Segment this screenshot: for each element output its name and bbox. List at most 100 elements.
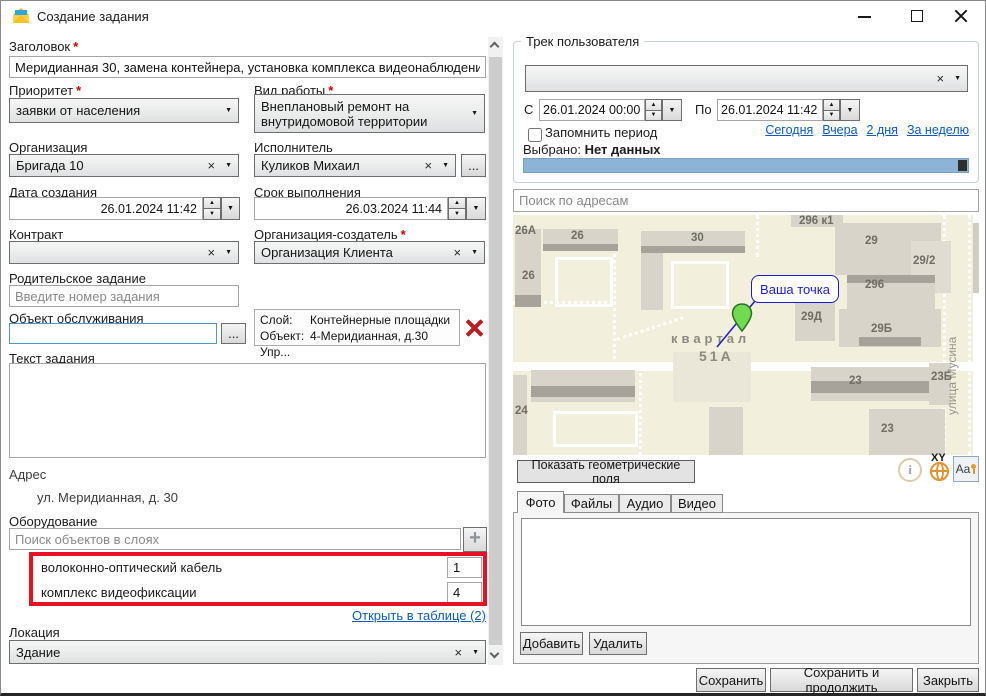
- equipment-item-name: волоконно-оптический кабель: [41, 560, 222, 575]
- maximize-button[interactable]: [897, 1, 937, 31]
- map-pin[interactable]: [731, 303, 753, 333]
- layer-value: Контейнерные площадки: [310, 313, 450, 327]
- track-from-dropdown[interactable]: ▼: [662, 99, 682, 121]
- tab-video[interactable]: Видео: [671, 494, 723, 513]
- map-label-district: 51А: [699, 348, 734, 364]
- equipment-qty-input[interactable]: [447, 557, 482, 578]
- spin-down-icon[interactable]: ▼: [448, 209, 466, 220]
- track-time-slider[interactable]: [523, 158, 969, 173]
- link-yesterday[interactable]: Вчера: [822, 123, 857, 137]
- remove-attachment-button[interactable]: Удалить: [589, 632, 647, 655]
- tab-files[interactable]: Файлы: [564, 494, 619, 513]
- show-geometry-button[interactable]: Показать геометрические поля: [517, 460, 695, 483]
- add-equipment-button[interactable]: +: [463, 527, 487, 552]
- service-object-more-button[interactable]: ...: [221, 323, 246, 344]
- creator-org-combo[interactable]: Организация Клиента × ▼: [254, 241, 485, 264]
- chevron-down-icon[interactable]: ▼: [468, 649, 479, 656]
- spin-up-icon[interactable]: ▲: [448, 197, 466, 209]
- track-to-dropdown[interactable]: ▼: [840, 99, 860, 121]
- spin-up-icon[interactable]: ▲: [203, 197, 221, 209]
- address-label: Адрес: [9, 467, 46, 482]
- executor-label: Исполнитель: [254, 140, 333, 155]
- chevron-down-icon[interactable]: ▼: [467, 110, 478, 117]
- spin-down-icon[interactable]: ▼: [203, 209, 221, 220]
- layer-label: Слой:: [260, 312, 310, 328]
- track-to-input[interactable]: [717, 99, 823, 121]
- chevron-down-icon[interactable]: ▼: [221, 162, 232, 169]
- clear-icon[interactable]: ×: [447, 245, 467, 260]
- spin-down-icon[interactable]: ▼: [645, 111, 662, 122]
- map-label: 23: [849, 375, 862, 387]
- track-from-stepper[interactable]: ▲ ▼: [645, 99, 662, 121]
- minimize-button[interactable]: [844, 1, 884, 31]
- chevron-down-icon[interactable]: ▼: [467, 249, 478, 256]
- chevron-down-icon[interactable]: ▼: [221, 107, 232, 114]
- clear-icon[interactable]: ×: [418, 158, 438, 173]
- due-date-input[interactable]: [254, 197, 448, 220]
- map-building: [709, 407, 743, 455]
- xy-coordinates-button[interactable]: XY: [926, 453, 954, 483]
- equipment-search-input[interactable]: [9, 528, 461, 550]
- save-and-continue-button[interactable]: Сохранить и продолжить: [770, 668, 913, 692]
- save-button[interactable]: Сохранить: [696, 668, 766, 692]
- slider-thumb[interactable]: [958, 160, 967, 171]
- parent-task-input[interactable]: [9, 285, 239, 307]
- address-search-input[interactable]: [513, 189, 979, 212]
- tab-photo[interactable]: Фото: [517, 491, 564, 513]
- location-combo[interactable]: Здание × ▼: [9, 640, 486, 664]
- equipment-qty-input[interactable]: [447, 582, 482, 603]
- open-in-table-link[interactable]: Открыть в таблице (2): [9, 608, 486, 623]
- chevron-down-icon[interactable]: ▼: [438, 162, 449, 169]
- spin-up-icon[interactable]: ▲: [823, 99, 840, 111]
- add-attachment-button[interactable]: Добавить: [520, 632, 583, 655]
- organization-combo[interactable]: Бригада 10 × ▼: [9, 154, 239, 177]
- track-from-input[interactable]: [539, 99, 645, 121]
- creation-date-input[interactable]: [9, 197, 203, 220]
- service-object-input[interactable]: [9, 323, 217, 344]
- clear-icon[interactable]: ×: [201, 158, 221, 173]
- creation-date-stepper[interactable]: ▲ ▼: [203, 197, 221, 220]
- work-type-combo[interactable]: Внеплановый ремонт на внутридомовой терр…: [254, 94, 485, 133]
- map-label: 29: [865, 235, 878, 247]
- window-title: Создание задания: [37, 9, 149, 24]
- minimize-icon: [858, 16, 871, 18]
- title-input[interactable]: [9, 56, 486, 78]
- creation-date-dropdown[interactable]: ▼: [221, 197, 240, 220]
- close-button[interactable]: [939, 1, 983, 31]
- clear-icon[interactable]: ×: [448, 645, 468, 660]
- labels-toggle-button[interactable]: Aa: [953, 456, 979, 482]
- tab-audio[interactable]: Аудио: [619, 494, 671, 513]
- spin-down-icon[interactable]: ▼: [823, 111, 840, 122]
- scrollbar-thumb[interactable]: [489, 57, 502, 645]
- due-date-stepper[interactable]: ▲ ▼: [448, 197, 466, 220]
- link-today[interactable]: Сегодня: [765, 123, 813, 137]
- spin-up-icon[interactable]: ▲: [645, 99, 662, 111]
- track-to-stepper[interactable]: ▲ ▼: [823, 99, 840, 121]
- form-scrollbar[interactable]: [488, 37, 503, 665]
- scroll-up-icon[interactable]: [490, 42, 500, 52]
- due-date-dropdown[interactable]: ▼: [466, 197, 486, 220]
- remove-service-object-button[interactable]: [463, 316, 486, 339]
- chevron-down-icon[interactable]: ▼: [221, 249, 232, 256]
- map[interactable]: 26А 26 26 30 296 к1 29 29/2 296 29Д 29Б …: [513, 215, 979, 455]
- link-2days[interactable]: 2 дня: [867, 123, 898, 137]
- chevron-down-icon[interactable]: ▼: [950, 75, 961, 82]
- remember-period-checkbox[interactable]: [528, 128, 542, 142]
- track-to-label: По: [695, 102, 712, 117]
- clear-icon[interactable]: ×: [930, 71, 950, 86]
- photo-list-area[interactable]: [521, 518, 971, 626]
- close-window-button[interactable]: Закрыть: [917, 668, 979, 692]
- service-object-info: Слой:Контейнерные площадки Объект:4-Мери…: [254, 309, 460, 346]
- executor-combo[interactable]: Куликов Михаил × ▼: [254, 154, 456, 177]
- info-icon[interactable]: i: [898, 458, 922, 482]
- task-text-area[interactable]: [9, 363, 486, 458]
- track-quick-links: Сегодня Вчера 2 дня За неделю: [701, 123, 969, 137]
- clear-icon[interactable]: ×: [201, 245, 221, 260]
- scroll-down-icon[interactable]: [490, 649, 500, 659]
- track-user-combo[interactable]: × ▼: [525, 65, 968, 92]
- executor-more-button[interactable]: ...: [461, 154, 486, 177]
- priority-combo[interactable]: заявки от населения ▼: [9, 98, 239, 123]
- contract-combo[interactable]: × ▼: [9, 241, 239, 264]
- link-week[interactable]: За неделю: [907, 123, 969, 137]
- map-label: 26: [522, 270, 535, 282]
